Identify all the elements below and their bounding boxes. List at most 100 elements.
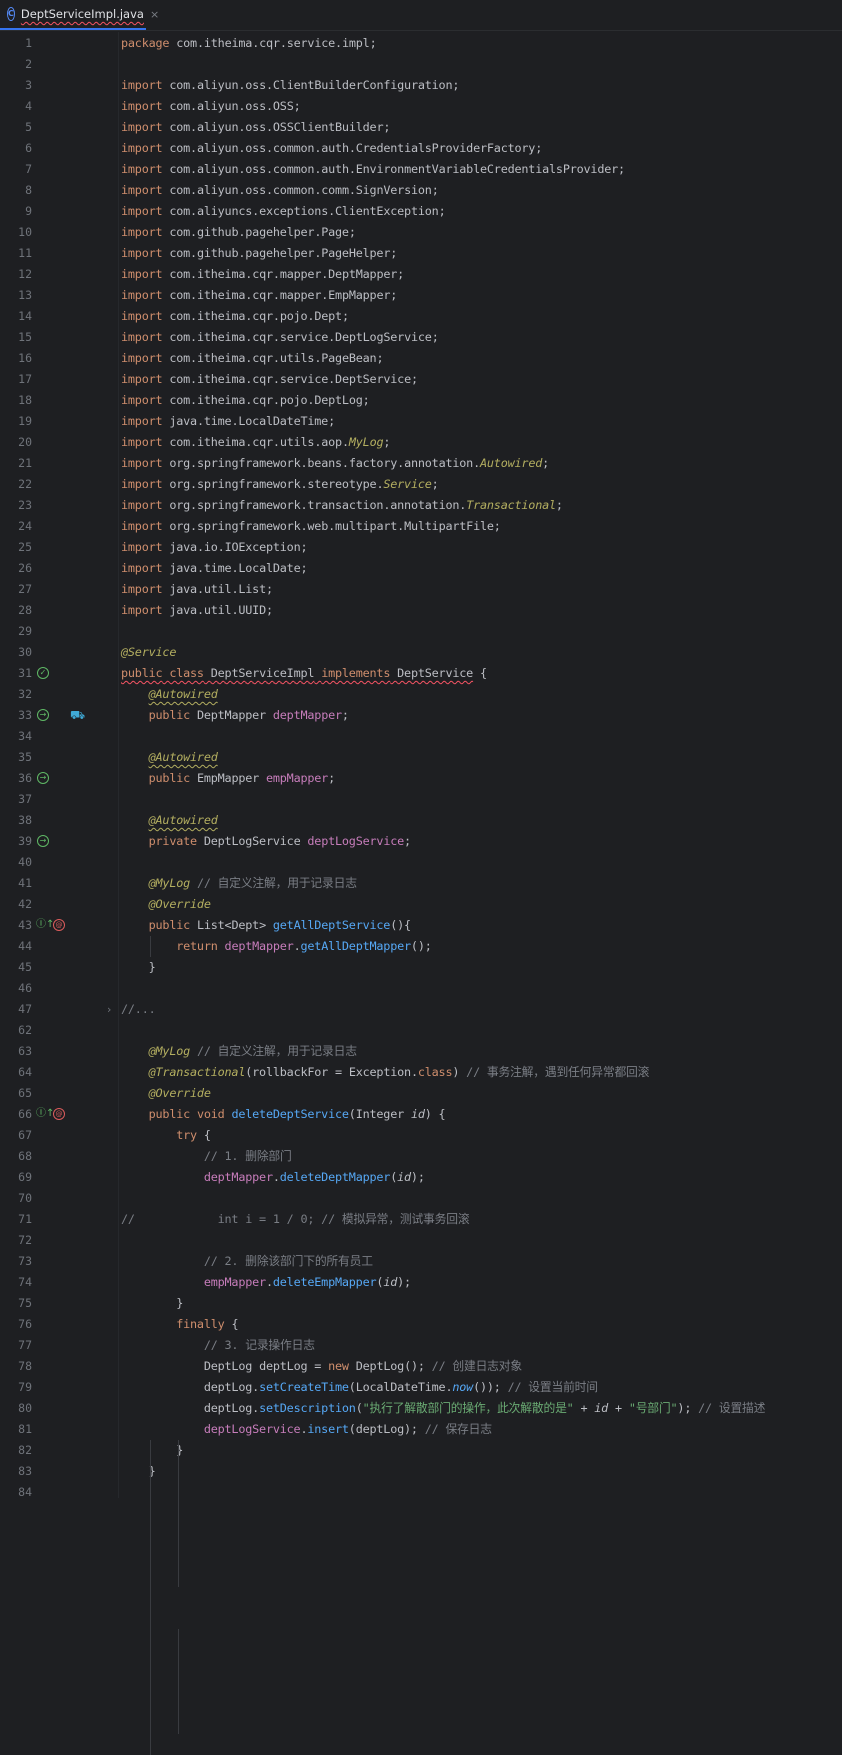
code-line[interactable]: 16 import com.itheima.cqr.utils.PageBean; <box>0 348 842 369</box>
code-line[interactable]: 7 import com.aliyun.oss.common.auth.Envir… <box>0 159 842 180</box>
code-line[interactable]: 27 import java.util.List; <box>0 579 842 600</box>
code-line[interactable]: 67 try { <box>0 1125 842 1146</box>
code-line[interactable]: 84 <box>0 1482 842 1503</box>
line-number[interactable]: 28 <box>0 600 32 621</box>
code-line[interactable]: 26 import java.time.LocalDate; <box>0 558 842 579</box>
code-text[interactable]: deptLog.setCreateTime(LocalDateTime.now(… <box>121 1377 598 1398</box>
line-number[interactable]: 18 <box>0 390 32 411</box>
code-line[interactable]: 71 // int i = 1 / 0; // 模拟异常，测试事务回滚 <box>0 1209 842 1230</box>
line-number[interactable]: 23 <box>0 495 32 516</box>
line-number[interactable]: 66 <box>0 1104 32 1125</box>
line-number[interactable]: 68 <box>0 1146 32 1167</box>
code-line[interactable]: 72 <box>0 1230 842 1251</box>
line-number[interactable]: 9 <box>0 201 32 222</box>
code-text[interactable]: @MyLog // 自定义注解，用于记录日志 <box>121 1041 357 1062</box>
line-number[interactable]: 35 <box>0 747 32 768</box>
code-text[interactable]: import org.springframework.stereotype.Se… <box>121 474 439 495</box>
code-text[interactable]: } <box>121 1440 183 1461</box>
code-text[interactable]: import java.util.List; <box>121 579 273 600</box>
code-text[interactable]: import java.io.IOException; <box>121 537 308 558</box>
code-text[interactable]: try { <box>121 1125 211 1146</box>
line-number[interactable]: 79 <box>0 1377 32 1398</box>
code-line[interactable]: 78 DeptLog deptLog = new DeptLog(); // 创… <box>0 1356 842 1377</box>
line-number[interactable]: 67 <box>0 1125 32 1146</box>
code-line[interactable]: 2 <box>0 54 842 75</box>
line-number[interactable]: 4 <box>0 96 32 117</box>
line-number[interactable]: 30 <box>0 642 32 663</box>
code-line[interactable]: 28 import java.util.UUID; <box>0 600 842 621</box>
code-line[interactable]: 33 public DeptMapper deptMapper; → ⛟ <box>0 705 842 726</box>
code-line[interactable]: 35 @Autowired <box>0 747 842 768</box>
line-number[interactable]: 17 <box>0 369 32 390</box>
line-number[interactable]: 11 <box>0 243 32 264</box>
code-line[interactable]: 73 // 2. 删除该部门下的所有员工 <box>0 1251 842 1272</box>
code-text[interactable]: deptLogService.insert(deptLog); // 保存日志 <box>121 1419 492 1440</box>
line-number[interactable]: 74 <box>0 1272 32 1293</box>
code-line[interactable]: 70 <box>0 1188 842 1209</box>
line-number[interactable]: 41 <box>0 873 32 894</box>
code-line[interactable]: 10 import com.github.pagehelper.Page; <box>0 222 842 243</box>
code-text[interactable]: public class DeptServiceImpl implements … <box>121 663 487 684</box>
code-line[interactable]: 76 finally { <box>0 1314 842 1335</box>
line-number[interactable]: 3 <box>0 75 32 96</box>
line-number[interactable]: 42 <box>0 894 32 915</box>
line-number[interactable]: 27 <box>0 579 32 600</box>
implements-method-icon[interactable]: Ⓘ↑ <box>36 1107 54 1121</box>
line-number[interactable]: 62 <box>0 1020 32 1041</box>
code-line[interactable]: 45 } <box>0 957 842 978</box>
code-line[interactable]: 38 @Autowired <box>0 810 842 831</box>
line-number[interactable]: 10 <box>0 222 32 243</box>
code-line[interactable]: 75 } <box>0 1293 842 1314</box>
line-number[interactable]: 15 <box>0 327 32 348</box>
code-text[interactable]: @Override <box>121 1083 211 1104</box>
code-text[interactable]: import com.itheima.cqr.utils.PageBean; <box>121 348 384 369</box>
line-number[interactable]: 76 <box>0 1314 32 1335</box>
code-line[interactable]: 62 <box>0 1020 842 1041</box>
code-line[interactable]: 80 deptLog.setDescription("执行了解散部门的操作，此次… <box>0 1398 842 1419</box>
line-number[interactable]: 73 <box>0 1251 32 1272</box>
code-text[interactable]: import com.itheima.cqr.pojo.Dept; <box>121 306 349 327</box>
code-line[interactable]: 9 import com.aliyuncs.exceptions.ClientEx… <box>0 201 842 222</box>
line-number[interactable]: 38 <box>0 810 32 831</box>
code-text[interactable]: import org.springframework.web.multipart… <box>121 516 501 537</box>
line-number[interactable]: 14 <box>0 306 32 327</box>
code-editor[interactable]: 1 package com.itheima.cqr.service.impl; 2 3… <box>0 32 842 1755</box>
line-number[interactable]: 81 <box>0 1419 32 1440</box>
line-number[interactable]: 8 <box>0 180 32 201</box>
code-line[interactable]: 63 @MyLog // 自定义注解，用于记录日志 <box>0 1041 842 1062</box>
code-line[interactable]: 39 private DeptLogService deptLogService… <box>0 831 842 852</box>
code-text[interactable]: import org.springframework.transaction.a… <box>121 495 563 516</box>
code-line[interactable]: 29 <box>0 621 842 642</box>
line-number[interactable]: 26 <box>0 558 32 579</box>
code-line[interactable]: 14 import com.itheima.cqr.pojo.Dept; <box>0 306 842 327</box>
code-text[interactable]: DeptLog deptLog = new DeptLog(); // 创建日志… <box>121 1356 522 1377</box>
line-number[interactable]: 71 <box>0 1209 32 1230</box>
line-number[interactable]: 21 <box>0 453 32 474</box>
code-line[interactable]: 3 import com.aliyun.oss.ClientBuilderConf… <box>0 75 842 96</box>
code-line[interactable]: 43 public List<Dept> getAllDeptService()… <box>0 915 842 936</box>
code-line[interactable]: 66 public void deleteDeptService(Integer… <box>0 1104 842 1125</box>
code-line[interactable]: 15 import com.itheima.cqr.service.DeptLog… <box>0 327 842 348</box>
code-text[interactable]: // 3. 记录操作日志 <box>121 1335 315 1356</box>
line-number[interactable]: 69 <box>0 1167 32 1188</box>
line-number[interactable]: 75 <box>0 1293 32 1314</box>
code-text[interactable]: @Autowired <box>121 684 218 705</box>
line-number[interactable]: 31 <box>0 663 32 684</box>
line-number[interactable]: 39 <box>0 831 32 852</box>
code-line[interactable]: 65 @Override <box>0 1083 842 1104</box>
code-line[interactable]: 37 <box>0 789 842 810</box>
code-text[interactable]: // int i = 1 / 0; // 模拟异常，测试事务回滚 <box>121 1209 470 1230</box>
tab-deptserviceimpl[interactable]: C DeptServiceImpl.java × <box>0 0 159 30</box>
code-line[interactable]: 41 @MyLog // 自定义注解，用于记录日志 <box>0 873 842 894</box>
code-line[interactable]: 18 import com.itheima.cqr.pojo.DeptLog; <box>0 390 842 411</box>
code-line[interactable]: 4 import com.aliyun.oss.OSS; <box>0 96 842 117</box>
code-line[interactable]: 20 import com.itheima.cqr.utils.aop.MyLog… <box>0 432 842 453</box>
line-number[interactable]: 29 <box>0 621 32 642</box>
code-text[interactable]: import java.time.LocalDate; <box>121 558 308 579</box>
bean-class-icon[interactable]: ✓ <box>37 667 49 679</box>
code-line[interactable]: 17 import com.itheima.cqr.service.DeptSer… <box>0 369 842 390</box>
bean-injection-icon[interactable]: → <box>37 835 49 847</box>
line-number[interactable]: 82 <box>0 1440 32 1461</box>
line-number[interactable]: 24 <box>0 516 32 537</box>
aspect-advice-icon[interactable]: @ <box>53 1108 65 1120</box>
